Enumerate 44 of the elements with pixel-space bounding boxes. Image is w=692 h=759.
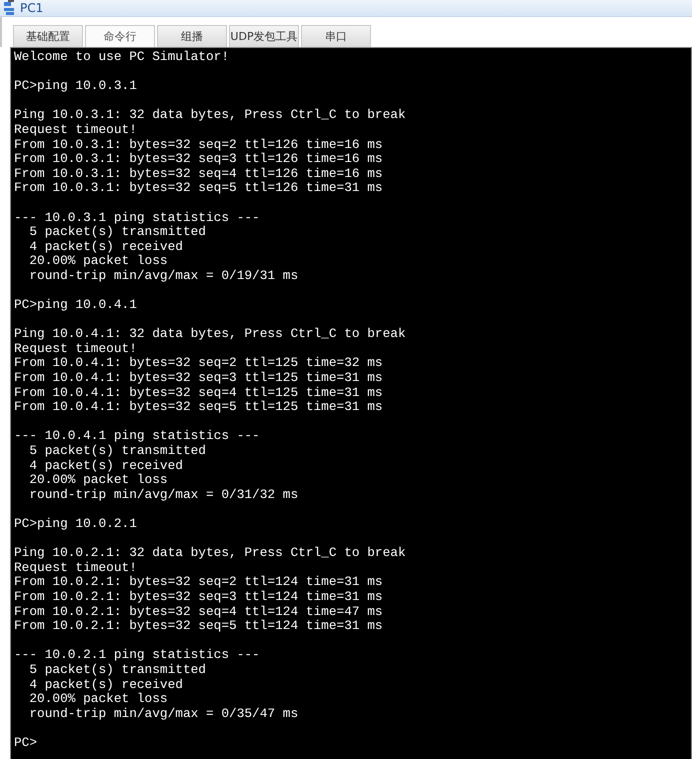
terminal-line: PC>ping 10.0.3.1: [14, 79, 138, 94]
tab[interactable]: UDP发包工具: [229, 25, 299, 47]
terminal-line: From 10.0.4.1: bytes=32 seq=5 ttl=125 time=31 ms: [14, 400, 384, 415]
terminal-line: Ping 10.0.3.1: 32 data bytes, Press Ctrl_C to break: [14, 108, 407, 123]
terminal-line: Request timeout!: [14, 122, 138, 138]
terminal-line: From 10.0.3.1: bytes=32 seq=4 ttl=126 time=16 ms: [14, 166, 384, 182]
terminal-line: PC>ping 10.0.2.1: [14, 517, 138, 532]
tab[interactable]: 基础配置: [13, 25, 83, 47]
terminal-line: 5 packet(s) transmitted: [28, 225, 207, 240]
terminal-line: 4 packet(s) received: [28, 458, 184, 474]
terminal-line: 4 packet(s) received: [28, 240, 184, 254]
tab[interactable]: 组播: [157, 25, 227, 47]
terminal-line: From 10.0.4.1: bytes=32 seq=4 ttl=125 time=31 ms: [14, 386, 384, 400]
terminal-line: Welcome to use PC Simulator!: [14, 50, 230, 65]
terminal-line: From 10.0.3.1: bytes=32 seq=2 ttl=126 time=16 ms: [14, 138, 384, 152]
terminal-line: 4 packet(s) received: [28, 678, 184, 692]
terminal-line: Ping 10.0.2.1: 32 data bytes, Press Ctrl_C to break: [14, 546, 407, 561]
terminal-line: --- 10.0.4.1 ping statistics ---: [14, 429, 261, 444]
terminal-line: round-trip min/avg/max = 0/31/32 ms: [28, 488, 300, 502]
terminal-line: 20.00% packet loss: [28, 254, 169, 269]
terminal-line: --- 10.0.2.1 ping statistics ---: [14, 648, 261, 663]
terminal-line: round-trip min/avg/max = 0/35/47 ms: [28, 706, 300, 722]
terminal-line: Request timeout!: [14, 342, 138, 356]
terminal-line: 20.00% packet loss: [28, 473, 169, 488]
terminal-line: 20.00% packet loss: [28, 692, 169, 707]
terminal-line: From 10.0.2.1: bytes=32 seq=5 ttl=124 time=31 ms: [14, 619, 384, 634]
terminal-line: From 10.0.4.1: bytes=32 seq=2 ttl=125 time=32 ms: [14, 356, 384, 372]
terminal-line: PC>ping 10.0.4.1: [14, 298, 138, 313]
window-title: PC1: [20, 1, 44, 15]
terminal-line: 5 packet(s) transmitted: [28, 444, 207, 459]
terminal-line: round-trip min/avg/max = 0/19/31 ms: [28, 268, 300, 284]
terminal-line: From 10.0.3.1: bytes=32 seq=3 ttl=126 time=16 ms: [14, 152, 384, 167]
terminal-line: From 10.0.2.1: bytes=32 seq=2 ttl=124 time=31 ms: [14, 575, 384, 590]
terminal-line: From 10.0.2.1: bytes=32 seq=3 ttl=124 time=31 ms: [14, 590, 384, 605]
terminal-line: --- 10.0.3.1 ping statistics ---: [14, 210, 261, 226]
terminal-line: PC>: [14, 736, 38, 750]
terminal-line: From 10.0.3.1: bytes=32 seq=5 ttl=126 time=31 ms: [14, 181, 384, 196]
terminal-line: 5 packet(s) transmitted: [28, 662, 207, 678]
tab[interactable]: 命令行: [85, 25, 155, 47]
tab[interactable]: 串口: [301, 25, 371, 47]
terminal-line: From 10.0.2.1: bytes=32 seq=4 ttl=124 time=47 ms: [14, 604, 384, 620]
terminal-line: Ping 10.0.4.1: 32 data bytes, Press Ctrl_C to break: [14, 327, 407, 342]
terminal-line: From 10.0.4.1: bytes=32 seq=3 ttl=125 time=31 ms: [14, 371, 384, 386]
terminal-line: Request timeout!: [14, 560, 138, 576]
